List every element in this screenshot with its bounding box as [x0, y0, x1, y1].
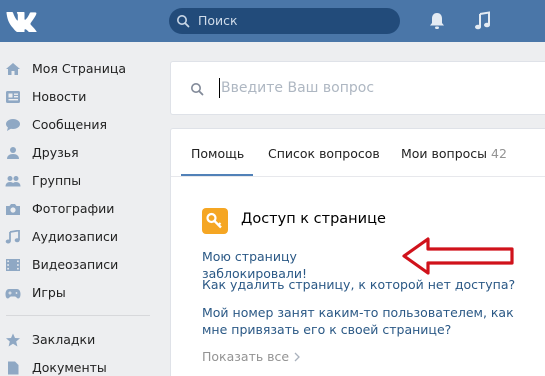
sidebar-item-friends[interactable]: Друзья [0, 139, 160, 167]
question-link-delete-page[interactable]: Как удалить страницу, к которой нет дост… [202, 276, 522, 293]
music-note-icon [5, 230, 20, 244]
sidebar-item-news[interactable]: Новости [0, 83, 160, 111]
tab-count: 42 [491, 146, 507, 161]
sidebar-item-label: Новости [32, 89, 87, 104]
groups-icon [5, 176, 21, 187]
tab-questions-list[interactable]: Список вопросов [268, 146, 380, 161]
sidebar-item-label: Группы [32, 173, 82, 188]
sidebar-item-label: Друзья [32, 145, 79, 160]
sidebar-item-photos[interactable]: Фотографии [0, 195, 160, 223]
left-sidebar: Моя Страница Новости Сообщения Друзья Гр… [0, 55, 160, 376]
vk-logo[interactable] [4, 8, 38, 32]
tab-help[interactable]: Помощь [191, 146, 244, 161]
sidebar-item-games[interactable]: Игры [0, 279, 160, 307]
search-icon [177, 15, 190, 28]
sidebar-item-bookmarks[interactable]: Закладки [0, 326, 160, 354]
sidebar-item-label: Аудиозаписи [32, 229, 118, 244]
news-icon [6, 91, 20, 103]
text-caret [219, 78, 220, 98]
top-header: Поиск [0, 0, 545, 42]
sidebar-item-documents[interactable]: Документы [0, 354, 160, 376]
show-all-label: Показать все [202, 349, 290, 364]
section-title: Доступ к странице [241, 211, 386, 227]
question-input[interactable]: Введите Ваш вопрос [170, 61, 545, 115]
red-arrow-annotation [402, 237, 514, 275]
sidebar-item-video[interactable]: Видеозаписи [0, 251, 160, 279]
gamepad-icon [5, 289, 21, 299]
search-icon [191, 83, 204, 96]
sidebar-item-label: Игры [32, 285, 66, 300]
sidebar-item-audio[interactable]: Аудиозаписи [0, 223, 160, 251]
active-tab-indicator [181, 174, 253, 176]
sidebar-item-label: Видеозаписи [32, 257, 119, 272]
music-note-icon[interactable] [474, 11, 492, 31]
sidebar-item-my-page[interactable]: Моя Страница [0, 55, 160, 83]
tab-my-questions[interactable]: Мои вопросы 42 [401, 146, 507, 161]
sidebar-item-label: Сообщения [32, 117, 108, 132]
camera-icon [6, 204, 20, 215]
document-icon [8, 361, 19, 375]
star-icon [6, 333, 20, 347]
sidebar-item-label: Моя Страница [32, 61, 126, 76]
question-link-number-taken[interactable]: Мой номер занят каким-то пользователем, … [202, 304, 522, 338]
sidebar-item-groups[interactable]: Группы [0, 167, 160, 195]
tab-label: Мои вопросы [401, 146, 488, 161]
chevron-right-icon [294, 352, 301, 362]
search-placeholder: Поиск [198, 13, 238, 28]
friend-icon [7, 147, 19, 159]
sidebar-item-label: Фотографии [32, 201, 115, 216]
sidebar-item-label: Закладки [32, 332, 96, 347]
show-all-link[interactable]: Показать все [202, 349, 301, 364]
question-placeholder: Введите Ваш вопрос [221, 80, 375, 96]
help-tabs: Помощь Список вопросов Мои вопросы 42 [171, 129, 545, 177]
bell-icon[interactable] [428, 11, 446, 31]
home-icon [6, 63, 20, 75]
section-badge [202, 208, 228, 234]
sidebar-divider [6, 315, 150, 316]
messages-icon [6, 119, 20, 131]
sidebar-item-messages[interactable]: Сообщения [0, 111, 160, 139]
sidebar-item-label: Документы [32, 360, 107, 375]
search-input[interactable]: Поиск [169, 8, 400, 34]
film-icon [6, 259, 20, 271]
key-icon [206, 212, 222, 229]
